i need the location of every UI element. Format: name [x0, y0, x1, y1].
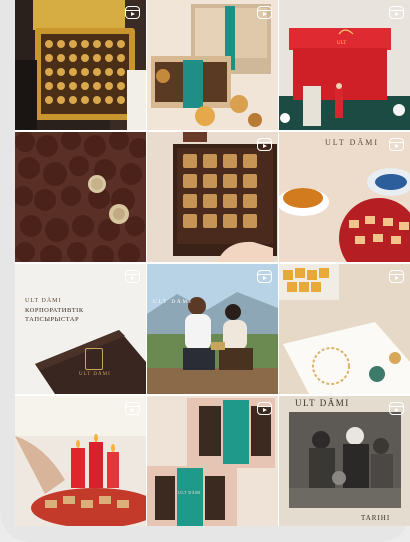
tile-2-image	[147, 0, 278, 130]
tile-9-image	[279, 264, 410, 394]
tile-3-image: ULT	[279, 0, 410, 130]
post-tile-11[interactable]: ULT DĀMI	[147, 396, 278, 526]
tile-6-brand: ULT DĀMI	[325, 138, 380, 147]
tile-1-image	[15, 0, 146, 130]
tile-8-image	[147, 264, 278, 394]
tile-11-box-label: ULT DĀMI	[178, 490, 202, 495]
post-tile-12[interactable]: ULT DĀMI TARIHI	[279, 396, 410, 526]
tile-10-image	[15, 396, 146, 526]
reel-icon	[257, 402, 272, 415]
reel-icon	[125, 6, 140, 19]
tile-8-brand: ULT DĀMI	[153, 300, 193, 305]
reel-icon	[257, 270, 272, 283]
reel-icon	[389, 6, 404, 19]
post-tile-9[interactable]	[279, 264, 410, 394]
post-tile-3[interactable]: ULT	[279, 0, 410, 130]
post-tile-10[interactable]	[15, 396, 146, 526]
reel-icon	[125, 270, 140, 283]
post-tile-7[interactable]: ULT DĀMI КОРПОРАТИВТІК ТАПСЫРЫСТАР ULT D…	[15, 264, 146, 394]
tile-7-logo-icon	[85, 348, 103, 370]
reel-icon	[389, 402, 404, 415]
svg-text:ULT: ULT	[337, 41, 346, 46]
tile-11-image	[147, 396, 278, 526]
tile-5-image	[147, 132, 278, 262]
tile-12-subtitle: TARIHI	[361, 514, 391, 522]
post-tile-6[interactable]: ULT DĀMI	[279, 132, 410, 262]
reel-icon	[125, 402, 140, 415]
reel-icon	[389, 138, 404, 151]
tile-6-image	[279, 132, 410, 262]
tile-4-image	[15, 132, 146, 262]
reel-icon	[257, 6, 272, 19]
post-tile-5[interactable]	[147, 132, 278, 262]
reel-icon	[257, 138, 272, 151]
post-tile-4[interactable]	[15, 132, 146, 262]
post-tile-2[interactable]	[147, 0, 278, 130]
post-tile-1[interactable]	[15, 0, 146, 130]
post-tile-8[interactable]: ULT DĀMI	[147, 264, 278, 394]
posts-grid: ULT ULT DĀMI ULT DĀMI КОРПОРАТИВТІК ТАПС…	[15, 0, 410, 526]
tile-7-logo-text: ULT DĀMI	[79, 372, 111, 377]
tile-12-image	[289, 412, 401, 508]
reel-icon	[389, 270, 404, 283]
